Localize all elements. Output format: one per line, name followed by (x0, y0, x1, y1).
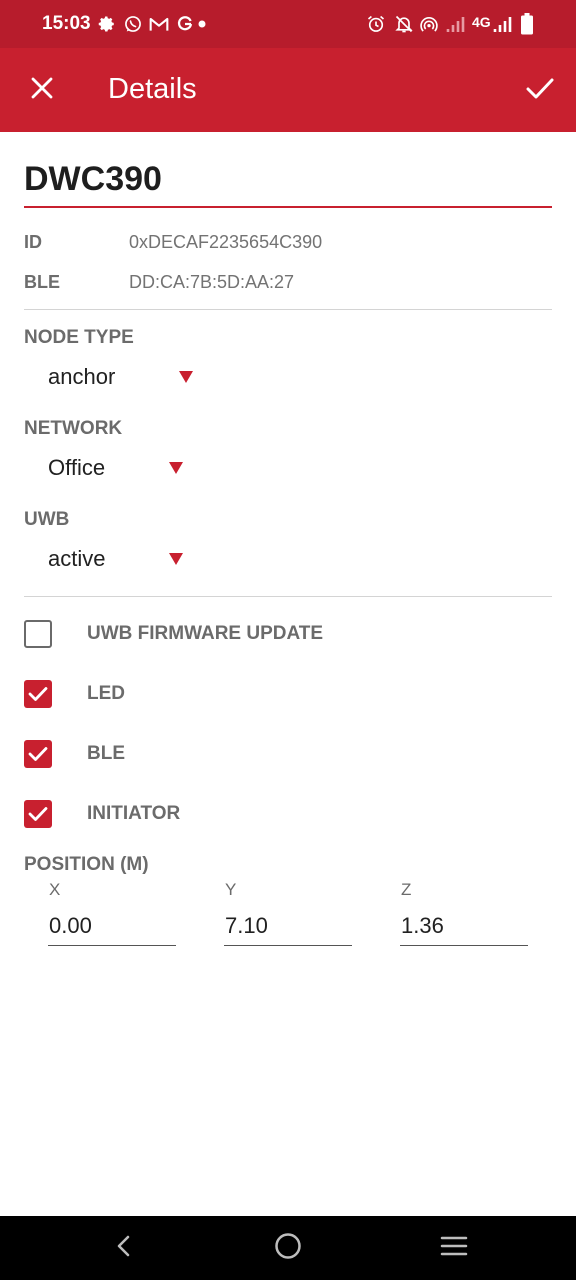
z-label: Z (401, 880, 412, 899)
led-label: LED (87, 683, 125, 704)
back-button[interactable] (108, 1232, 140, 1264)
led-option[interactable]: LED (24, 678, 125, 710)
device-name-input[interactable] (24, 152, 552, 208)
alarm-icon (366, 12, 386, 36)
app-bar: Details (0, 48, 576, 132)
menu-icon (440, 1235, 468, 1262)
close-button[interactable] (20, 68, 64, 112)
check-icon (526, 77, 554, 104)
ble-label: BLE (87, 743, 125, 764)
id-value: 0xDECAF2235654C390 (129, 232, 323, 252)
x-label: X (49, 880, 61, 899)
page-title: Details (108, 73, 197, 105)
hotspot-icon (419, 12, 439, 36)
network-value: Office (48, 455, 106, 480)
uwb-firmware-update-label: UWB FIRMWARE UPDATE (87, 623, 324, 644)
node-type-select[interactable]: anchor (48, 357, 198, 397)
status-bar: 15:03 4G (0, 0, 576, 48)
signal-icon (446, 12, 468, 36)
confirm-button[interactable] (516, 68, 564, 112)
initiator-option[interactable]: INITIATOR (24, 798, 180, 830)
ble-address-value: DD:CA:7B:5D:AA:27 (129, 272, 295, 292)
dot-icon (198, 12, 206, 36)
checkmark-icon (28, 807, 48, 821)
home-button[interactable] (272, 1232, 304, 1264)
position-label: POSITION (M) (24, 854, 149, 875)
y-position-input[interactable] (224, 906, 352, 946)
ble-address-label: BLE (24, 272, 60, 292)
gmail-icon (149, 12, 169, 36)
uwb-label: UWB (24, 509, 70, 530)
y-label: Y (225, 880, 237, 899)
initiator-label: INITIATOR (87, 803, 181, 824)
initiator-checkbox[interactable] (24, 800, 52, 828)
status-time: 15:03 (42, 13, 91, 34)
signal-icon (493, 12, 515, 36)
node-type-value: anchor (48, 364, 116, 389)
dropdown-arrow-icon (169, 462, 183, 474)
uwb-select[interactable]: active (48, 539, 188, 579)
z-position-input[interactable] (400, 906, 528, 946)
close-icon (30, 76, 54, 105)
id-label: ID (24, 232, 42, 252)
home-icon (274, 1232, 302, 1265)
dropdown-arrow-icon (169, 553, 183, 565)
uwb-firmware-update-option[interactable]: UWB FIRMWARE UPDATE (24, 618, 323, 650)
ble-option[interactable]: BLE (24, 738, 125, 770)
led-checkbox[interactable] (24, 680, 52, 708)
dropdown-arrow-icon (179, 371, 193, 383)
whatsapp-icon (123, 12, 143, 36)
back-icon (116, 1234, 132, 1263)
bell-off-icon (394, 12, 414, 36)
battery-icon (520, 12, 534, 36)
navigation-bar (0, 1216, 576, 1280)
divider (24, 309, 552, 310)
ble-checkbox[interactable] (24, 740, 52, 768)
node-type-label: NODE TYPE (24, 327, 134, 348)
network-type-label: 4G (472, 14, 491, 30)
network-select[interactable]: Office (48, 448, 188, 488)
network-label: NETWORK (24, 418, 123, 439)
checkmark-icon (28, 687, 48, 701)
gear-icon (98, 12, 116, 36)
x-position-input[interactable] (48, 906, 176, 946)
checkmark-icon (28, 747, 48, 761)
recent-apps-button[interactable] (438, 1232, 470, 1264)
uwb-firmware-update-checkbox[interactable] (24, 620, 52, 648)
google-icon (176, 12, 194, 36)
divider (24, 596, 552, 597)
uwb-value: active (48, 546, 106, 571)
